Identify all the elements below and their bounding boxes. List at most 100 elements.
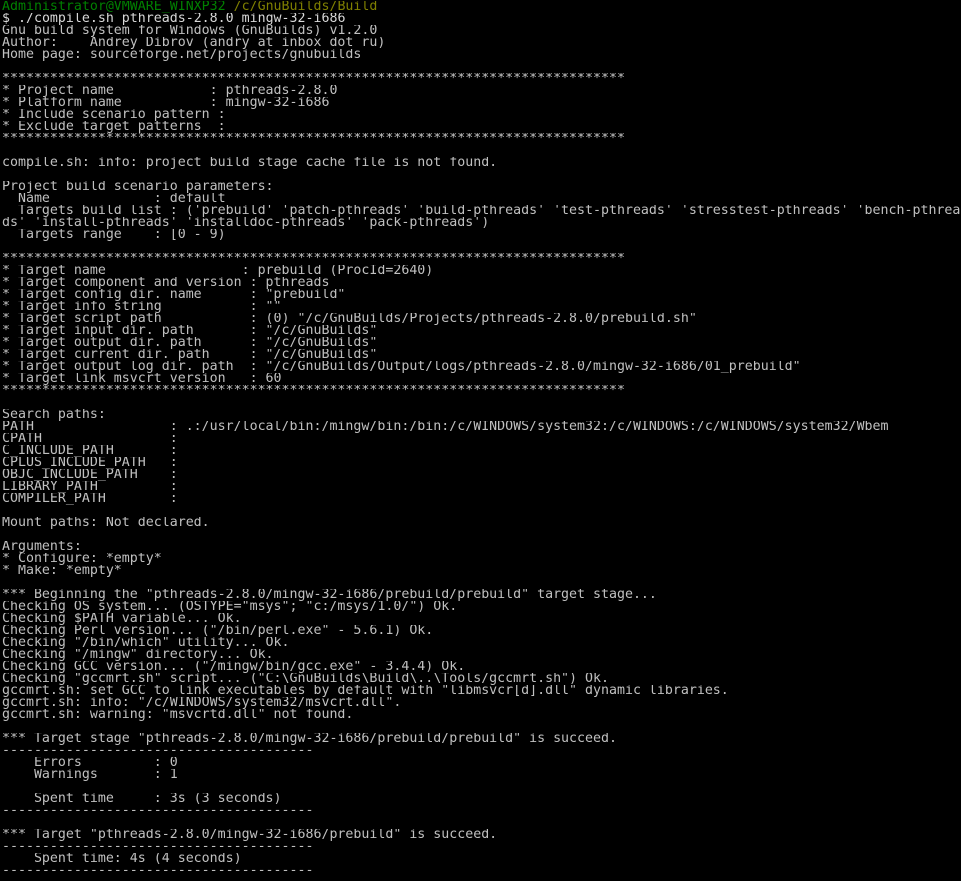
terminal-line-beginning-stage: *** Beginning the "pthreads-2.8.0/mingw-…: [2, 589, 961, 601]
output-text: * Target link msvcrt version : 60: [2, 373, 282, 385]
output-text: gccmrt.sh: set GCC to link executables b…: [2, 685, 729, 697]
terminal-line-target-output-dir: * Target output dir. path : "/c/GnuBuild…: [2, 337, 961, 349]
terminal-line-mount-paths: Mount paths: Not declared.: [2, 517, 961, 529]
terminal-line-gccmrt-info: gccmrt.sh: info: "/c/WINDOWS/system32/ms…: [2, 697, 961, 709]
terminal-line-platform-name: * Platform name : mingw-32-i686: [2, 97, 961, 109]
terminal-line-check-gccmrt: Checking "gccmrt.sh" script... ("C:\GnuB…: [2, 673, 961, 685]
terminal-line-author: Author: Andrey Dibrov (andry at inbox do…: [2, 37, 961, 49]
output-text: ****************************************…: [2, 133, 625, 145]
terminal-line-spent-time-stage: Spent time : 3s (3 seconds): [2, 793, 961, 805]
terminal-line-blank-1: [2, 61, 961, 73]
terminal-line-gccmrt-warning: gccmrt.sh: warning: "msvcrtd.dll" not fo…: [2, 709, 961, 721]
output-text: Gnu build system for Windows (GnuBuilds)…: [2, 25, 378, 37]
output-text: gccmrt.sh: info: "/c/WINDOWS/system32/ms…: [2, 697, 402, 709]
terminal-line-scenario-name: Name : default: [2, 193, 961, 205]
output-text: LIBRARY_PATH :: [2, 481, 178, 493]
terminal-line-blank-9: [2, 721, 961, 733]
output-text: Author: Andrey Dibrov (andry at inbox do…: [2, 37, 386, 49]
terminal-line-target-input-dir: * Target input dir. path : "/c/GnuBuilds…: [2, 325, 961, 337]
terminal-line-check-path-var: Checking $PATH variable... Ok.: [2, 613, 961, 625]
terminal-line-stars-1: ****************************************…: [2, 73, 961, 85]
terminal-line-include-scenario: * Include scenario pattern :: [2, 109, 961, 121]
terminal-line-spent-time-target: Spent time: 4s (4 seconds): [2, 853, 961, 865]
output-text: * Configure: *empty*: [2, 553, 162, 565]
output-text: Checking OS system... (OSTYPE="msys"; "c…: [2, 601, 458, 613]
terminal-screen[interactable]: Administrator@VMWARE_WINXP32 /c/GnuBuild…: [2, 1, 961, 877]
output-text: * Target script path : (0) "/c/GnuBuilds…: [2, 313, 697, 325]
output-text: Home page: sourceforge.net/projects/gnub…: [2, 49, 362, 61]
terminal-line-target-current-dir: * Target current dir. path : "/c/GnuBuil…: [2, 349, 961, 361]
terminal-line-command-line: $ ./compile.sh pthreads-2.8.0 mingw-32-i…: [2, 13, 961, 25]
output-text: PATH : .:/usr/local/bin:/mingw/bin:/bin:…: [2, 421, 889, 433]
output-text: Targets build list : ('prebuild' 'patch-…: [2, 205, 961, 217]
output-text: Warnings : 1: [2, 769, 178, 781]
terminal-line-stars-2: ****************************************…: [2, 133, 961, 145]
terminal-line-env-library-path: LIBRARY_PATH :: [2, 481, 961, 493]
output-text: Arguments:: [2, 541, 82, 553]
output-text: ---------------------------------------: [2, 865, 314, 877]
terminal-line-blank-6: [2, 505, 961, 517]
terminal-line-blank-4: [2, 241, 961, 253]
terminal-line-check-mingw-dir: Checking "/mingw" directory... Ok.: [2, 649, 961, 661]
output-text: * Target input dir. path : "/c/GnuBuilds…: [2, 325, 378, 337]
terminal-line-dashes-4: ---------------------------------------: [2, 865, 961, 877]
terminal-line-env-compiler-path: COMPILER_PATH :: [2, 493, 961, 505]
terminal-line-check-gcc: Checking GCC version... ("/mingw/bin/gcc…: [2, 661, 961, 673]
output-text: CPLUS_INCLUDE_PATH :: [2, 457, 178, 469]
terminal-line-search-paths-header: Search paths:: [2, 409, 961, 421]
terminal-line-target-name: * Target name : prebuild (ProcId=2640): [2, 265, 961, 277]
output-text: Search paths:: [2, 409, 106, 421]
output-text: * Include scenario pattern :: [2, 109, 226, 121]
terminal-line-dashes-2: ---------------------------------------: [2, 805, 961, 817]
output-text: Spent time: 4s (4 seconds): [2, 853, 242, 865]
output-text: Checking "/mingw" directory... Ok.: [2, 649, 274, 661]
output-text: * Target output log dir. path : "/c/GnuB…: [2, 361, 801, 373]
terminal-line-gccmrt-set: gccmrt.sh: set GCC to link executables b…: [2, 685, 961, 697]
terminal-line-blank-5: [2, 397, 961, 409]
output-text: Checking "/bin/which" utility... Ok.: [2, 637, 290, 649]
output-text: ---------------------------------------: [2, 841, 314, 853]
terminal-line-dashes-1: ---------------------------------------: [2, 745, 961, 757]
terminal-line-target-link-msvcrt: * Target link msvcrt version : 60: [2, 373, 961, 385]
terminal-line-blank-7: [2, 529, 961, 541]
output-text: *** Target "pthreads-2.8.0/mingw-32-i686…: [2, 829, 498, 841]
terminal-line-target-succeed: *** Target "pthreads-2.8.0/mingw-32-i686…: [2, 829, 961, 841]
terminal-line-check-perl: Checking Perl version... ("/bin/perl.exe…: [2, 625, 961, 637]
output-text: Checking $PATH variable... Ok.: [2, 613, 242, 625]
prompt-separator: [226, 1, 234, 13]
terminal-line-targets-range: Targets range : [0 - 9): [2, 229, 961, 241]
terminal-line-project-name: * Project name : pthreads-2.8.0: [2, 85, 961, 97]
terminal-line-blank-2: [2, 145, 961, 157]
terminal-line-arguments-header: Arguments:: [2, 541, 961, 553]
output-text: * Target component and version : pthread…: [2, 277, 330, 289]
output-text: compile.sh: info: project build stage ca…: [2, 157, 498, 169]
terminal-line-arg-make: * Make: *empty*: [2, 565, 961, 577]
terminal-line-stage-succeed: *** Target stage "pthreads-2.8.0/mingw-3…: [2, 733, 961, 745]
terminal-line-env-objc-include-path: OBJC_INCLUDE_PATH :: [2, 469, 961, 481]
terminal-line-check-os: Checking OS system... (OSTYPE="msys"; "c…: [2, 601, 961, 613]
terminal-line-target-component: * Target component and version : pthread…: [2, 277, 961, 289]
terminal-line-exclude-target: * Exclude target patterns :: [2, 121, 961, 133]
output-text: * Make: *empty*: [2, 565, 122, 577]
output-text: Spent time : 3s (3 seconds): [2, 793, 282, 805]
output-text: Name : default: [2, 193, 226, 205]
output-text: *** Target stage "pthreads-2.8.0/mingw-3…: [2, 733, 617, 745]
output-text: ds' 'install-pthreads' 'installdoc-pthre…: [2, 217, 490, 229]
terminal-line-prompt-line: Administrator@VMWARE_WINXP32 /c/GnuBuild…: [2, 1, 961, 13]
output-text: Checking Perl version... ("/bin/perl.exe…: [2, 625, 434, 637]
output-text: Targets range : [0 - 9): [2, 229, 226, 241]
output-text: * Project name : pthreads-2.8.0: [2, 85, 338, 97]
output-text: ****************************************…: [2, 385, 625, 397]
output-text: * Platform name : mingw-32-i686: [2, 97, 330, 109]
output-text: * Target name : prebuild (ProcId=2640): [2, 265, 434, 277]
output-text: ---------------------------------------: [2, 745, 314, 757]
terminal-line-env-cpath: CPATH :: [2, 433, 961, 445]
terminal-line-blank-10: [2, 781, 961, 793]
output-text: Errors : 0: [2, 757, 178, 769]
terminal-line-env-c-include-path: C_INCLUDE_PATH :: [2, 445, 961, 457]
output-text: ---------------------------------------: [2, 805, 314, 817]
prompt-path: /c/GnuBuilds/Build: [233, 1, 378, 13]
output-text: Project build scenario parameters:: [2, 181, 274, 193]
terminal-window[interactable]: Administrator@VMWARE_WINXP32 /c/GnuBuild…: [0, 0, 961, 881]
output-text: CPATH :: [2, 433, 178, 445]
